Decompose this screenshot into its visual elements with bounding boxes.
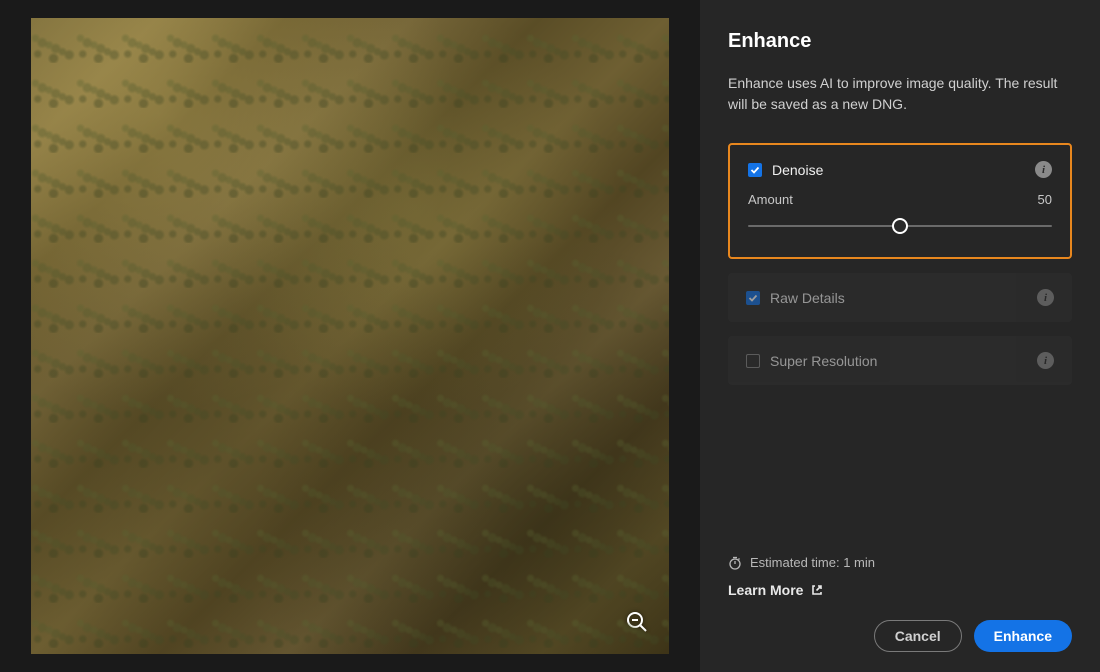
slider-thumb[interactable]	[892, 218, 908, 234]
raw-details-option: Raw Details i	[728, 273, 1072, 322]
sidebar: Enhance Enhance uses AI to improve image…	[700, 0, 1100, 672]
info-icon[interactable]: i	[1037, 289, 1054, 306]
denoise-label: Denoise	[772, 162, 1025, 178]
super-resolution-label: Super Resolution	[770, 353, 1027, 369]
denoise-option: Denoise i Amount 50	[728, 143, 1072, 259]
dialog-buttons: Cancel Enhance	[728, 620, 1072, 652]
denoise-checkbox[interactable]	[748, 163, 762, 177]
panel-description: Enhance uses AI to improve image quality…	[728, 73, 1072, 115]
zoom-out-icon	[626, 611, 648, 633]
learn-more-text: Learn More	[728, 582, 803, 598]
cancel-button[interactable]: Cancel	[874, 620, 962, 652]
info-icon[interactable]: i	[1037, 352, 1054, 369]
panel-title: Enhance	[728, 30, 1072, 53]
external-link-icon	[811, 584, 823, 596]
estimated-time: Estimated time: 1 min	[728, 555, 1072, 570]
check-icon	[748, 293, 758, 303]
preview-panel	[0, 0, 700, 672]
learn-more-link[interactable]: Learn More	[728, 582, 1072, 598]
preview-image[interactable]	[31, 18, 669, 654]
raw-details-checkbox[interactable]	[746, 291, 760, 305]
zoom-out-button[interactable]	[623, 608, 651, 636]
amount-slider[interactable]	[748, 217, 1052, 235]
enhance-button[interactable]: Enhance	[974, 620, 1072, 652]
stopwatch-icon	[728, 556, 742, 570]
amount-value: 50	[1038, 192, 1052, 207]
super-resolution-checkbox[interactable]	[746, 354, 760, 368]
super-resolution-option: Super Resolution i	[728, 336, 1072, 385]
info-icon[interactable]: i	[1035, 161, 1052, 178]
check-icon	[750, 165, 760, 175]
estimated-time-text: Estimated time: 1 min	[750, 555, 875, 570]
amount-label: Amount	[748, 192, 793, 207]
raw-details-label: Raw Details	[770, 290, 1027, 306]
